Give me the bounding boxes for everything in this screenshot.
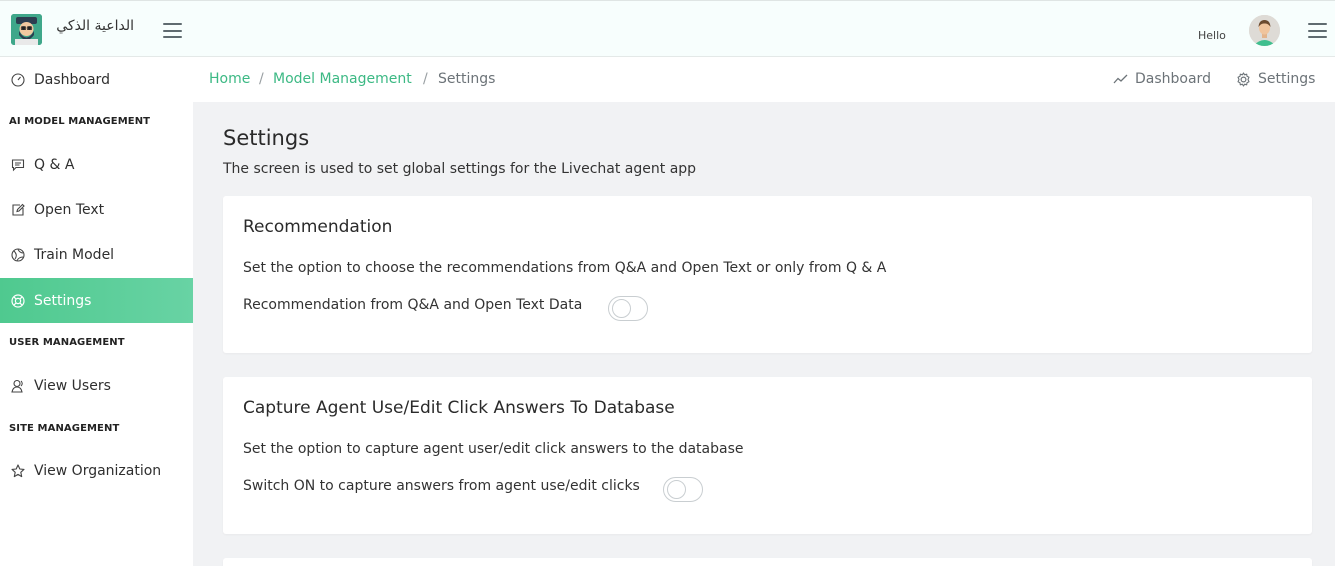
chat-icon: [10, 157, 26, 173]
star-icon: [10, 463, 26, 479]
sidebar-item-open-text[interactable]: Open Text: [0, 187, 193, 232]
options-menu-icon[interactable]: [1308, 23, 1327, 38]
next-settings-card: [223, 558, 1312, 566]
card-title: Recommendation: [243, 217, 393, 237]
sidebar-item-view-organization[interactable]: View Organization: [0, 448, 193, 493]
section-ai-model-management: AI MODEL MANAGEMENT: [9, 116, 151, 127]
sidebar-toggle-menu-icon[interactable]: [163, 23, 182, 38]
sidebar-item-label: Open Text: [34, 201, 105, 218]
page-description: The screen is used to set global setting…: [223, 161, 697, 177]
greeting-text: Hello: [1198, 29, 1226, 42]
quick-link-dashboard[interactable]: Dashboard: [1113, 71, 1211, 87]
sidebar-item-label: Dashboard: [34, 71, 110, 88]
edit-icon: [10, 202, 26, 218]
support-icon: [10, 293, 26, 309]
breadcrumb-model-management[interactable]: Model Management: [273, 71, 412, 87]
card-description: Set the option to choose the recommendat…: [243, 260, 887, 276]
breadcrumb-current: Settings: [438, 71, 496, 87]
sidebar-item-qa[interactable]: Q & A: [0, 142, 193, 187]
breadcrumb-bar: Home / Model Management / Settings Dashb…: [193, 57, 1335, 102]
sidebar-item-label: Settings: [34, 292, 92, 309]
logo-icon[interactable]: [11, 14, 42, 45]
globe-icon: [10, 247, 26, 263]
sidebar-item-train-model[interactable]: Train Model: [0, 232, 193, 277]
trend-chart-icon: [1113, 74, 1128, 84]
user-avatar[interactable]: [1249, 15, 1280, 46]
section-user-management: USER MANAGEMENT: [9, 337, 125, 348]
recommendation-toggle[interactable]: [608, 296, 648, 321]
quick-link-label: Dashboard: [1135, 71, 1211, 87]
breadcrumb-separator: /: [423, 71, 428, 87]
sidebar-item-view-users[interactable]: View Users: [0, 363, 193, 408]
quick-link-label: Settings: [1258, 71, 1316, 87]
card-description: Set the option to capture agent user/edi…: [243, 441, 744, 457]
brand-name: الداعية الذكي: [56, 18, 134, 34]
breadcrumb-separator: /: [259, 71, 264, 87]
sidebar-item-label: View Users: [34, 377, 111, 394]
sidebar-item-dashboard[interactable]: Dashboard: [0, 57, 193, 102]
sidebar-item-label: Q & A: [34, 156, 75, 173]
breadcrumb-home[interactable]: Home: [209, 71, 250, 87]
toggle-label: Recommendation from Q&A and Open Text Da…: [243, 297, 583, 313]
user-icon: [10, 378, 26, 394]
speedometer-icon: [10, 72, 26, 88]
main-content: Settings The screen is used to set globa…: [193, 102, 1335, 566]
quick-link-settings[interactable]: Settings: [1236, 71, 1315, 87]
capture-answers-card: Capture Agent Use/Edit Click Answers To …: [223, 377, 1312, 534]
sidebar-item-label: View Organization: [34, 462, 162, 479]
recommendation-card: Recommendation Set the option to choose …: [223, 196, 1312, 353]
sidebar-item-label: Train Model: [34, 246, 115, 263]
gear-icon: [1237, 71, 1250, 87]
card-title: Capture Agent Use/Edit Click Answers To …: [243, 398, 675, 418]
toggle-label: Switch ON to capture answers from agent …: [243, 478, 640, 494]
capture-answers-toggle[interactable]: [663, 477, 703, 502]
top-bar: الداعية الذكي Hello: [0, 0, 1335, 57]
sidebar: Dashboard AI MODEL MANAGEMENT Q & A Open…: [0, 57, 193, 566]
sidebar-item-settings[interactable]: Settings: [0, 278, 193, 323]
section-site-management: SITE MANAGEMENT: [9, 423, 120, 434]
page-title: Settings: [223, 126, 310, 150]
